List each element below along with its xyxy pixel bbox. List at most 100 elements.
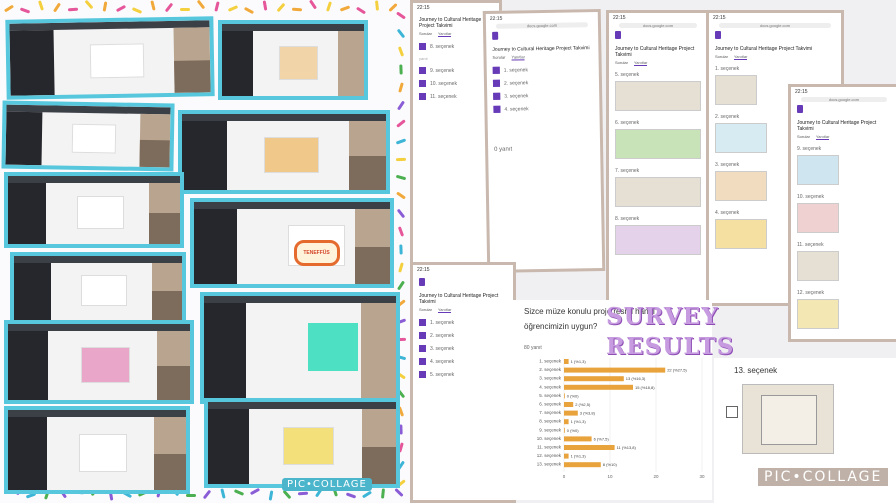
confetti-piece — [399, 244, 403, 255]
confetti-piece — [397, 46, 405, 57]
confetti-piece — [326, 1, 332, 12]
screenshot-8 — [200, 292, 400, 404]
confetti-piece — [395, 157, 407, 162]
confetti-piece — [214, 1, 220, 12]
confetti-piece — [102, 1, 108, 12]
bar — [564, 402, 574, 407]
confetti-piece — [164, 2, 174, 13]
category-label: 3. seçenek — [539, 376, 562, 381]
category-label: 9. seçenek — [539, 427, 562, 432]
confetti-piece — [395, 138, 407, 145]
picollage-watermark-right: PIC•COLLAGE — [758, 468, 889, 486]
google-forms-icon — [797, 105, 803, 113]
bar — [564, 410, 578, 416]
checkbox-icon — [419, 332, 426, 339]
bar — [564, 359, 569, 364]
bar — [564, 427, 565, 433]
drawing-thumbnail — [615, 177, 701, 207]
category-label: 1. seçenek — [539, 359, 562, 364]
phone-form-3: 22:15 docs.google.com Journey to Cultura… — [606, 10, 710, 306]
bar — [564, 367, 666, 373]
confetti-piece — [397, 226, 405, 237]
bar — [564, 376, 624, 382]
drawing-thumbnail — [615, 81, 701, 111]
bar — [564, 419, 569, 425]
data-label: 0 (%0) — [567, 428, 579, 433]
confetti-piece — [396, 119, 406, 128]
drawing-thumbnail — [797, 299, 839, 329]
confetti-piece — [227, 5, 239, 12]
confetti-piece — [243, 6, 255, 15]
checkbox-icon — [492, 79, 501, 87]
survey-results-title: SURVEY RESULTS — [606, 303, 735, 360]
confetti-piece — [38, 0, 44, 11]
confetti-piece — [396, 191, 406, 200]
confetti-piece — [395, 174, 407, 181]
checkbox-icon[interactable] — [726, 406, 738, 418]
checkbox-icon — [492, 66, 500, 74]
data-label: 22 (%27,5) — [667, 368, 687, 373]
category-label: 5. seçenek — [539, 393, 562, 398]
checkbox-icon — [419, 67, 426, 74]
data-label: 11 (%13,8) — [617, 445, 637, 450]
confetti-piece — [374, 0, 380, 11]
confetti-piece — [19, 7, 31, 14]
x-tick-label: 0 — [563, 474, 566, 479]
confetti-piece — [131, 7, 143, 14]
checkbox-icon — [419, 358, 426, 365]
screenshot-3 — [1, 100, 175, 172]
phone-form-2: 22:15 docs.google.com Journey to Cultura… — [482, 8, 606, 274]
checkbox-icon — [419, 345, 426, 352]
checkbox-icon — [419, 80, 426, 87]
confetti-piece — [396, 280, 406, 291]
confetti-piece — [396, 208, 406, 219]
results-bar-chart: 1. seçenek 1 (%1,3) 2. seçenek 22 (%27,5) 3.… — [537, 358, 705, 479]
google-forms-icon — [615, 31, 621, 39]
data-label: 15 (%18,8) — [635, 385, 655, 390]
confetti-piece — [345, 492, 357, 499]
confetti-piece — [196, 0, 206, 10]
selection-13-label: 13. seçenek — [734, 366, 778, 375]
data-label: 0 (%0) — [567, 393, 579, 398]
x-tick-label: 10 — [607, 474, 613, 479]
checkbox-icon — [419, 93, 426, 100]
category-label: 8. seçenek — [539, 419, 562, 424]
screenshot-6: TENEFFÜS — [190, 198, 394, 288]
category-label: 2. seçenek — [539, 367, 562, 372]
confetti-piece — [180, 8, 190, 11]
data-label: 13 (%16,3) — [626, 376, 646, 381]
screenshot-10 — [4, 406, 190, 494]
google-forms-icon — [492, 31, 499, 40]
drawing-thumbnail — [797, 155, 839, 185]
drawing-thumbnail — [715, 75, 757, 105]
data-label: 1 (%1,3) — [571, 419, 587, 424]
bar — [564, 436, 592, 442]
confetti-piece — [339, 5, 351, 12]
confetti-piece — [268, 490, 274, 501]
drawing-thumbnail — [615, 129, 701, 159]
screenshot-7 — [10, 252, 186, 324]
checkbox-icon — [493, 105, 501, 113]
drawing-thumbnail — [742, 384, 834, 454]
bar — [564, 445, 615, 450]
confetti-piece — [67, 7, 79, 12]
checkbox-icon — [419, 43, 426, 50]
confetti-piece — [308, 0, 318, 10]
category-label: 11. seçenek — [537, 445, 562, 450]
phone-form-5: 22:15 docs.google.com Journey to Cultura… — [788, 84, 896, 342]
confetti-piece — [355, 6, 367, 15]
screenshot-2 — [218, 20, 368, 100]
confetti-piece — [186, 494, 196, 497]
confetti-piece — [249, 487, 261, 496]
confetti-piece — [361, 490, 373, 499]
category-label: 13. seçenek — [537, 462, 562, 467]
confetti-piece — [388, 2, 398, 13]
confetti-piece — [396, 11, 406, 20]
confetti-piece — [115, 4, 127, 13]
screenshot-4 — [178, 110, 390, 194]
confetti-piece — [262, 0, 268, 11]
google-forms-icon — [715, 31, 721, 39]
drawing-thumbnail — [797, 251, 839, 281]
x-tick-label: 20 — [653, 474, 659, 479]
category-label: 6. seçenek — [539, 402, 562, 407]
